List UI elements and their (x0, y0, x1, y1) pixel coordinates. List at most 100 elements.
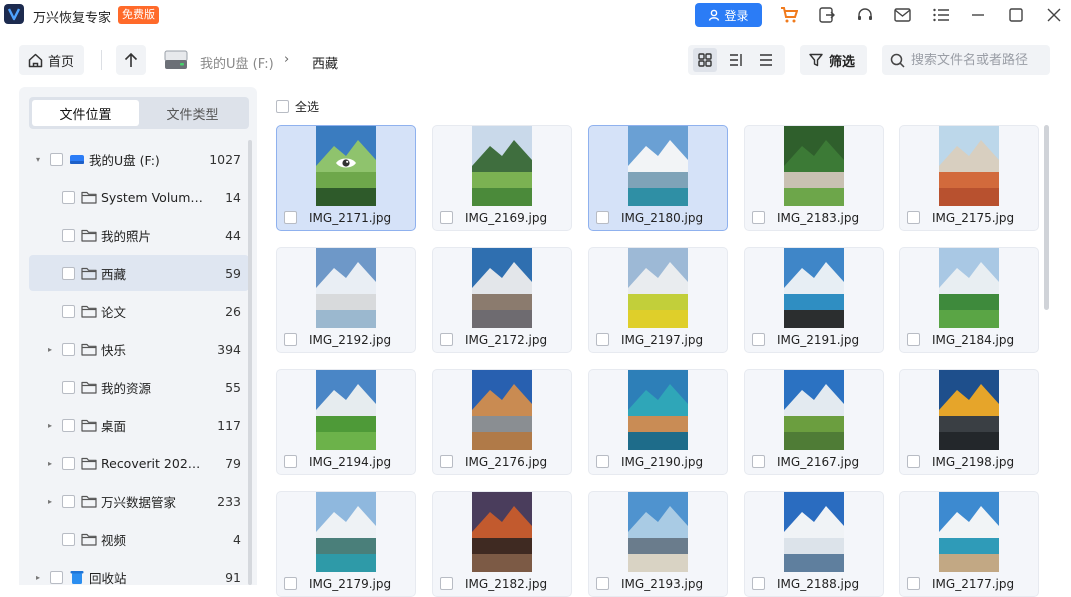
image-thumbnail[interactable] (472, 248, 532, 328)
file-card[interactable]: IMG_2172.jpg (432, 247, 572, 353)
login-button[interactable]: 登录 (695, 3, 762, 27)
detail-view-button[interactable] (724, 48, 748, 72)
file-card[interactable]: IMG_2179.jpg (276, 491, 416, 597)
tree-item[interactable]: ▸ 回收站 91 (29, 559, 249, 586)
chevron-right-icon[interactable]: ▸ (45, 421, 55, 430)
export-icon[interactable] (817, 5, 837, 25)
menu-icon[interactable] (931, 5, 951, 25)
tree-item-checkbox[interactable] (50, 152, 63, 166)
tree-item[interactable]: System Volume Inf... 14 (29, 179, 249, 215)
tree-item-checkbox[interactable] (62, 190, 75, 204)
file-checkbox[interactable] (596, 211, 609, 224)
sidebar-scrollbar[interactable] (248, 140, 252, 585)
file-checkbox[interactable] (284, 211, 297, 224)
select-all[interactable]: 全选 (276, 98, 319, 115)
image-thumbnail[interactable] (316, 370, 376, 450)
image-thumbnail[interactable] (316, 248, 376, 328)
tree-item-checkbox[interactable] (62, 228, 75, 242)
file-checkbox[interactable] (907, 333, 920, 346)
image-thumbnail[interactable] (628, 492, 688, 572)
tree-item-checkbox[interactable] (62, 418, 75, 432)
file-checkbox[interactable] (907, 577, 920, 590)
file-card[interactable]: IMG_2169.jpg (432, 125, 572, 231)
image-thumbnail[interactable] (939, 126, 999, 206)
image-thumbnail[interactable] (472, 492, 532, 572)
tree-item-checkbox[interactable] (62, 304, 75, 318)
image-thumbnail[interactable] (784, 492, 844, 572)
chevron-right-icon[interactable]: ▸ (45, 345, 55, 354)
chevron-down-icon[interactable]: ▾ (33, 155, 43, 164)
file-card[interactable]: IMG_2180.jpg (588, 125, 728, 231)
tree-item[interactable]: 我的资源 55 (29, 369, 249, 405)
mail-icon[interactable] (892, 5, 912, 25)
tree-item[interactable]: ▾ 我的U盘 (F:) 1027 (29, 141, 249, 177)
search-input[interactable] (911, 52, 1041, 68)
file-card[interactable]: IMG_2188.jpg (744, 491, 884, 597)
file-checkbox[interactable] (440, 333, 453, 346)
file-card[interactable]: IMG_2190.jpg (588, 369, 728, 475)
file-checkbox[interactable] (907, 211, 920, 224)
tree-item[interactable]: ▸ Recoverit 2024-08-... 79 (29, 445, 249, 481)
file-checkbox[interactable] (440, 211, 453, 224)
file-card[interactable]: IMG_2175.jpg (899, 125, 1039, 231)
tree-item[interactable]: 视频 4 (29, 521, 249, 557)
image-thumbnail[interactable] (628, 248, 688, 328)
image-thumbnail[interactable] (316, 492, 376, 572)
tree-item-checkbox[interactable] (62, 456, 75, 470)
tree-item[interactable]: 我的照片 44 (29, 217, 249, 253)
image-thumbnail[interactable] (472, 126, 532, 206)
grid-view-button[interactable] (693, 48, 717, 72)
tab-file-location[interactable]: 文件位置 (32, 100, 139, 126)
image-thumbnail[interactable] (784, 248, 844, 328)
breadcrumb-drive[interactable]: 我的U盘 (F:) (200, 53, 274, 72)
file-checkbox[interactable] (752, 455, 765, 468)
file-card[interactable]: IMG_2171.jpg (276, 125, 416, 231)
file-checkbox[interactable] (752, 577, 765, 590)
file-card[interactable]: IMG_2182.jpg (432, 491, 572, 597)
file-card[interactable]: IMG_2184.jpg (899, 247, 1039, 353)
tree-item[interactable]: ▸ 万兴数据管家 233 (29, 483, 249, 519)
content-scrollbar[interactable] (1044, 125, 1049, 310)
file-checkbox[interactable] (596, 333, 609, 346)
eye-icon[interactable] (335, 156, 357, 170)
file-card[interactable]: IMG_2191.jpg (744, 247, 884, 353)
list-view-button[interactable] (754, 48, 778, 72)
tree-item[interactable]: ▸ 桌面 117 (29, 407, 249, 443)
image-thumbnail[interactable] (939, 370, 999, 450)
file-checkbox[interactable] (752, 333, 765, 346)
image-thumbnail[interactable] (939, 248, 999, 328)
file-card[interactable]: IMG_2194.jpg (276, 369, 416, 475)
headset-icon[interactable] (855, 5, 875, 25)
tab-file-type[interactable]: 文件类型 (139, 100, 246, 126)
file-checkbox[interactable] (752, 211, 765, 224)
file-card[interactable]: IMG_2192.jpg (276, 247, 416, 353)
tree-item[interactable]: 西藏 59 (29, 255, 249, 291)
file-card[interactable]: IMG_2193.jpg (588, 491, 728, 597)
tree-item[interactable]: 论文 26 (29, 293, 249, 329)
maximize-icon[interactable] (1006, 5, 1026, 25)
file-checkbox[interactable] (440, 455, 453, 468)
image-thumbnail[interactable] (784, 126, 844, 206)
file-checkbox[interactable] (907, 455, 920, 468)
select-all-checkbox[interactable] (276, 100, 289, 113)
image-thumbnail[interactable] (472, 370, 532, 450)
tree-item-checkbox[interactable] (62, 532, 75, 546)
file-card[interactable]: IMG_2198.jpg (899, 369, 1039, 475)
file-card[interactable]: IMG_2167.jpg (744, 369, 884, 475)
tree-item-checkbox[interactable] (62, 380, 75, 394)
file-checkbox[interactable] (596, 455, 609, 468)
file-card[interactable]: IMG_2183.jpg (744, 125, 884, 231)
image-thumbnail[interactable] (628, 126, 688, 206)
up-level-button[interactable] (116, 45, 146, 75)
image-thumbnail[interactable] (628, 370, 688, 450)
tree-item[interactable]: ▸ 快乐 394 (29, 331, 249, 367)
tree-item-checkbox[interactable] (50, 570, 63, 584)
file-checkbox[interactable] (440, 577, 453, 590)
tree-item-checkbox[interactable] (62, 266, 75, 280)
chevron-right-icon[interactable]: ▸ (45, 497, 55, 506)
chevron-right-icon[interactable]: ▸ (45, 459, 55, 468)
chevron-right-icon[interactable]: ▸ (33, 573, 43, 582)
tree-item-checkbox[interactable] (62, 494, 75, 508)
file-checkbox[interactable] (596, 577, 609, 590)
file-checkbox[interactable] (284, 577, 297, 590)
